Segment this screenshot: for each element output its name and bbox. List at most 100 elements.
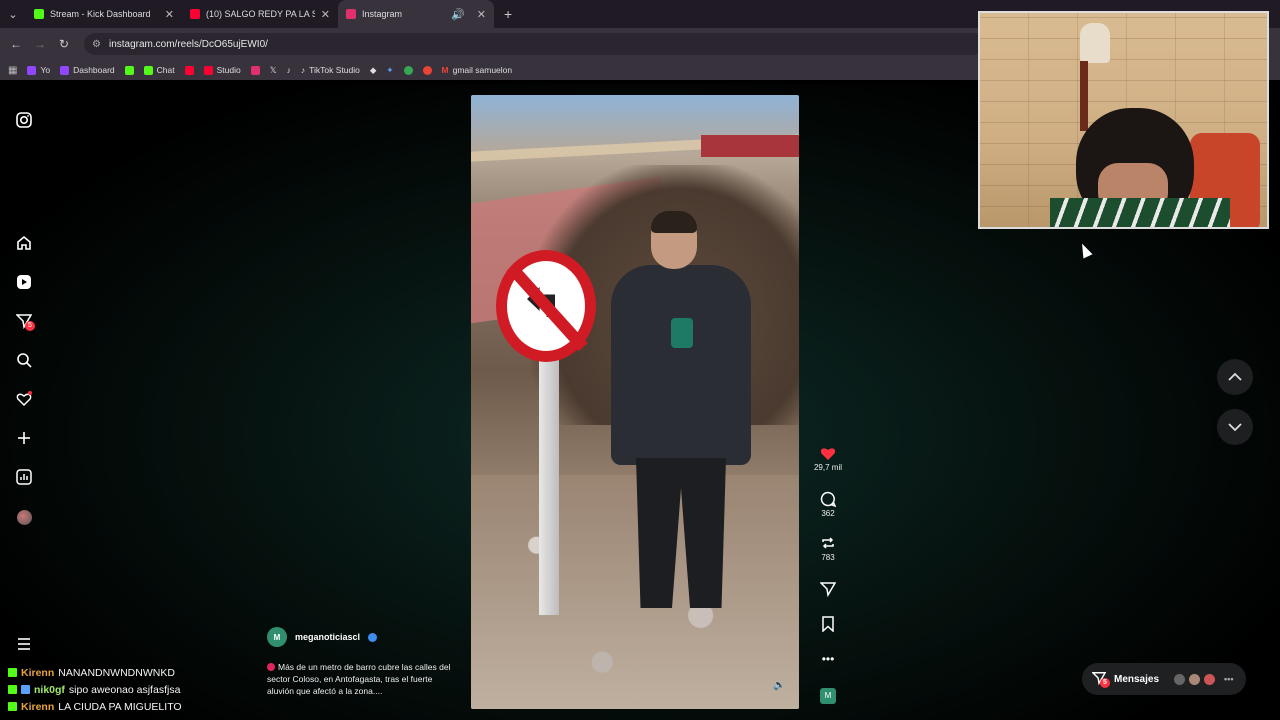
bookmark-x[interactable]: 𝕏: [270, 65, 277, 76]
chat-username: Kirenn: [21, 701, 55, 713]
bookmark-instagram[interactable]: [250, 65, 260, 75]
stream-chat-overlay: Kirenn NANANDNWNDNWNKD nik0gf sipo aweonao…: [8, 665, 308, 716]
instagram-sidebar: 5: [0, 84, 48, 720]
reporter: [591, 211, 761, 643]
bookmark-studio[interactable]: Studio: [203, 65, 241, 75]
close-icon[interactable]: ✕: [165, 8, 174, 21]
diamond-icon: ◆: [369, 64, 377, 75]
reload-icon[interactable]: ↻: [52, 37, 76, 51]
url-text: instagram.com/reels/DcO65ujEWI0/: [108, 38, 268, 50]
comment-button[interactable]: 362: [808, 491, 848, 518]
twitch-icon: [60, 65, 70, 75]
messages-label: Mensajes: [1114, 673, 1160, 685]
new-tab-button[interactable]: +: [494, 6, 512, 22]
no-left-turn-sign: [496, 250, 596, 362]
forward-arrow-icon[interactable]: →: [28, 37, 52, 51]
tab-search-button[interactable]: ⌄: [0, 0, 26, 28]
bookmark-tiktok[interactable]: ♪: [287, 65, 291, 75]
bookmark-label: Chat: [156, 65, 175, 75]
subscriber-badge-icon: [21, 685, 30, 694]
red-roof: [701, 135, 799, 157]
bookmark-tiktok-studio[interactable]: ♪ TikTok Studio: [301, 65, 360, 75]
reels-icon[interactable]: [15, 273, 33, 291]
reel-account[interactable]: M meganoticiascl: [267, 627, 378, 647]
youtube-icon: [184, 65, 194, 75]
avatar: [1203, 672, 1217, 686]
bookmark-label: Dashboard: [73, 65, 115, 75]
bookmark-chat[interactable]: Chat: [143, 65, 175, 75]
notifications-heart-icon[interactable]: [15, 390, 33, 408]
tiktok-icon: ♪: [286, 65, 291, 75]
verified-badge-icon: [368, 632, 378, 642]
bookmark-generic-2[interactable]: ✦: [386, 65, 393, 76]
apps-grid-icon[interactable]: ▦: [8, 65, 17, 76]
gmail-icon: M: [441, 65, 449, 75]
bookmark-gmail[interactable]: Mgmail samuelon: [442, 65, 513, 75]
more-options-icon[interactable]: •••: [808, 652, 848, 666]
comment-icon: [820, 491, 836, 507]
bookmark-generic-4[interactable]: [422, 65, 432, 75]
bookmark-label: TikTok Studio: [309, 65, 360, 75]
direct-messages-icon[interactable]: 5: [15, 312, 35, 331]
chat-message: Kirenn NANANDNWNDNWNKD: [8, 665, 308, 682]
twitch-icon: [27, 65, 37, 75]
tab-instagram[interactable]: Instagram 🔊 ✕: [338, 0, 494, 28]
chat-message: Kirenn LA CIUDA PA MIGUELITO: [8, 699, 308, 716]
bookmark-youtube[interactable]: [184, 65, 194, 75]
account-avatar[interactable]: M: [267, 627, 287, 647]
create-plus-icon[interactable]: [15, 429, 33, 447]
avatar: [1188, 672, 1202, 686]
chat-text: LA CIUDA PA MIGUELITO: [58, 701, 182, 713]
more-menu-icon[interactable]: [15, 635, 33, 653]
instagram-logo-icon[interactable]: [15, 111, 33, 129]
kick-icon: [143, 65, 153, 75]
chevron-up-icon: [1228, 372, 1242, 381]
url-field[interactable]: ⚙ instagram.com/reels/DcO65ujEWI0/: [84, 33, 984, 55]
webcam-overlay: [978, 11, 1269, 229]
repost-button[interactable]: 783: [808, 535, 848, 562]
back-arrow-icon[interactable]: ←: [4, 37, 28, 51]
like-button[interactable]: 29,7 mil: [808, 446, 848, 472]
message-avatars: [1173, 672, 1217, 686]
bookmark-dashboard[interactable]: Dashboard: [60, 65, 115, 75]
audio-avatar[interactable]: M: [808, 688, 848, 704]
mute-icon[interactable]: 🔈: [773, 680, 785, 691]
messages-button[interactable]: 5 Mensajes •••: [1082, 663, 1246, 695]
tab-title: Instagram: [362, 9, 403, 19]
account-username[interactable]: meganoticiascl: [295, 632, 360, 642]
bookmark-yo[interactable]: Yo: [27, 65, 50, 75]
share-button[interactable]: [808, 581, 848, 597]
x-icon: 𝕏: [269, 64, 277, 75]
kick-badge-icon: [8, 702, 17, 711]
chat-text: NANANDNWNDNWNKD: [58, 667, 175, 679]
speaker-icon[interactable]: 🔊: [451, 8, 465, 21]
save-button[interactable]: [808, 616, 848, 632]
tab-title: Stream - Kick Dashboard: [50, 9, 151, 19]
site-info-icon[interactable]: ⚙: [92, 39, 101, 50]
next-reel-button[interactable]: [1217, 409, 1253, 445]
sparkle-icon: ✦: [386, 64, 394, 75]
kick-favicon-icon: [34, 9, 44, 19]
search-icon[interactable]: [15, 351, 33, 369]
previous-reel-button[interactable]: [1217, 359, 1253, 395]
notification-badge: 5: [25, 321, 35, 331]
instagram-icon: [250, 65, 260, 75]
bookmark-generic-1[interactable]: ◆: [370, 65, 377, 76]
close-icon[interactable]: ✕: [321, 8, 330, 21]
reel-video[interactable]: 🔈: [471, 95, 799, 709]
bookmark-generic-3[interactable]: [403, 65, 413, 75]
close-icon[interactable]: ✕: [477, 8, 486, 21]
heart-icon: [820, 448, 836, 460]
tab-youtube[interactable]: (10) SALGO REDY PA LA STREET ✕: [182, 0, 338, 28]
profile-avatar[interactable]: [15, 508, 33, 526]
kick-badge-icon: [8, 685, 17, 694]
home-icon[interactable]: [15, 234, 33, 252]
chat-text: sipo aweonao asjfasfjsa: [68, 684, 181, 696]
insights-icon[interactable]: [15, 468, 33, 486]
bookmark-kick[interactable]: [124, 65, 134, 75]
tab-kick-dashboard[interactable]: Stream - Kick Dashboard ✕: [26, 0, 182, 28]
kick-icon: [124, 65, 134, 75]
audio-avatar-icon: M: [820, 688, 836, 704]
microphone: [671, 318, 693, 348]
sign-pole: [539, 345, 559, 615]
